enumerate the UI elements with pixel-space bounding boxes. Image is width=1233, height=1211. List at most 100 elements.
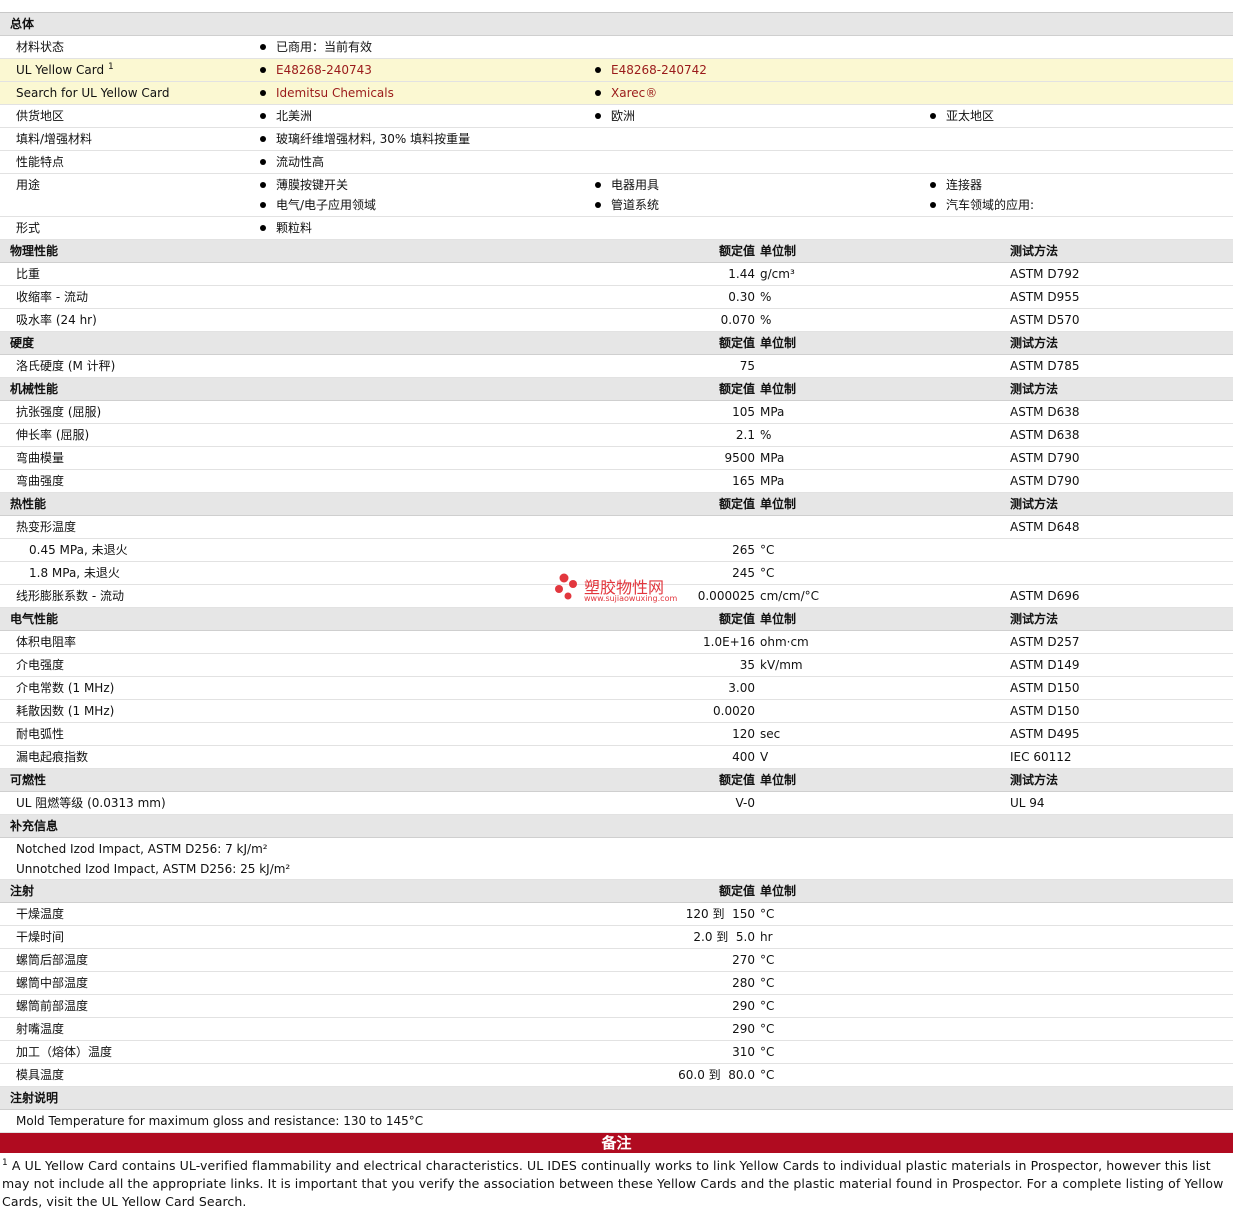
property-unit: % (760, 313, 772, 327)
property-unit: °C (760, 566, 775, 580)
section-injection-notes: 注射说明 (0, 1087, 1233, 1110)
section-electrical: 电气性能 额定值 单位制 测试方法 (0, 608, 1233, 631)
section-thermal: 热性能 额定值 单位制 测试方法 (0, 493, 1233, 516)
notes-header: 备注 (0, 1133, 1233, 1153)
property-value: 3.00 (728, 681, 755, 695)
table-row: 耐电弧性 120 sec ASTM D495 (0, 723, 1233, 746)
table-row: 弯曲强度 165 MPa ASTM D790 (0, 470, 1233, 493)
property-unit: °C (760, 1068, 775, 1082)
property-value: 120 (732, 727, 755, 741)
header-unit: 单位制 (760, 336, 797, 350)
section-mechanical: 机械性能 额定值 单位制 测试方法 (0, 378, 1233, 401)
watermark-url: www.sujiaowuxing.com (584, 594, 678, 603)
property-name: 0.45 MPa, 未退火 (29, 543, 128, 557)
header-value: 额定值 (718, 773, 755, 787)
header-method: 测试方法 (1010, 612, 1059, 626)
header-unit: 单位制 (760, 612, 797, 626)
table-row: 干燥时间 2.0 到 5.0 hr (0, 926, 1233, 949)
table-row: 射嘴温度 290 °C (0, 1018, 1233, 1041)
row-label: 形式 (16, 221, 41, 235)
property-unit: °C (760, 1045, 775, 1059)
section-title: 可燃性 (10, 773, 47, 787)
row-value: 电器用具 (595, 174, 659, 196)
section-title: 电气性能 (10, 612, 59, 626)
watermark-logo-icon (555, 573, 577, 600)
injection-note-text: Mold Temperature for maximum gloss and r… (16, 1114, 424, 1128)
property-name: 干燥时间 (16, 930, 65, 944)
footnote-text: A UL Yellow Card contains UL-verified fl… (2, 1158, 1224, 1209)
property-name: 干燥温度 (16, 907, 65, 921)
property-name: 比重 (16, 267, 41, 281)
property-method: ASTM D638 (1010, 428, 1080, 442)
header-value: 额定值 (718, 244, 755, 258)
table-row: 体积电阻率 1.0E+16 ohm·cm ASTM D257 (0, 631, 1233, 654)
table-row: 螺筒后部温度 270 °C (0, 949, 1233, 972)
table-row: 加工（熔体）温度 310 °C (0, 1041, 1233, 1064)
row-value: 亚太地区 (930, 105, 994, 127)
property-value: V-0 (735, 796, 755, 810)
row-value: 汽车领域的应用: (930, 194, 1034, 216)
property-name: UL 阻燃等级 (0.0313 mm) (16, 796, 166, 810)
property-unit: % (760, 428, 772, 442)
property-method: ASTM D257 (1010, 635, 1080, 649)
table-row: 比重 1.44 g/cm³ ASTM D792 (0, 263, 1233, 286)
row-value: 电气/电子应用领域 (260, 194, 376, 216)
property-unit: hr (760, 930, 773, 944)
injection-note: Mold Temperature for maximum gloss and r… (0, 1110, 1233, 1133)
property-value: 400 (732, 750, 755, 764)
property-name: 耐电弧性 (16, 727, 65, 741)
property-value: 2.1 (735, 428, 755, 442)
row-label: Search for UL Yellow Card (16, 86, 170, 100)
property-method: ASTM D790 (1010, 474, 1080, 488)
row-label: 供货地区 (16, 109, 65, 123)
property-method: ASTM D792 (1010, 267, 1080, 281)
property-value: 35 (739, 658, 755, 672)
row-value: 欧洲 (595, 105, 635, 127)
property-unit: MPa (760, 451, 785, 465)
row-filler: 填料/增强材料 玻璃纤维增强材料, 30% 填料按重量 (0, 128, 1233, 151)
section-injection: 注射 额定值 单位制 (0, 880, 1233, 903)
property-name: 伸长率 (屈服) (16, 428, 90, 442)
row-value: 薄膜按键开关 (260, 174, 348, 196)
property-name: 螺筒中部温度 (16, 976, 89, 990)
property-name: 1.8 MPa, 未退火 (29, 566, 120, 580)
ul-card-link-1[interactable]: E48268-240743 (260, 59, 372, 81)
property-name: 抗张强度 (屈服) (16, 405, 102, 419)
section-title: 注射 (10, 884, 35, 898)
header-value: 额定值 (718, 612, 755, 626)
footnote: 1 A UL Yellow Card contains UL-verified … (0, 1153, 1233, 1211)
footnote-ref: 1 (107, 62, 114, 72)
watermark: 塑胶物性网 www.sujiaowuxing.com (554, 572, 677, 605)
section-supplemental: 补充信息 (0, 815, 1233, 838)
property-value: 1.0E+16 (703, 635, 755, 649)
row-label: 性能特点 (16, 155, 65, 169)
property-value: 105 (732, 405, 755, 419)
property-unit: °C (760, 953, 775, 967)
header-unit: 单位制 (760, 497, 797, 511)
table-row: 吸水率 (24 hr) 0.070 % ASTM D570 (0, 309, 1233, 332)
property-value: 120 到 150 (685, 907, 755, 921)
property-unit: °C (760, 907, 775, 921)
property-value: 290 (732, 999, 755, 1013)
property-name: 热变形温度 (16, 520, 77, 534)
property-name: 洛氏硬度 (M 计秤) (16, 359, 116, 373)
search-link-idemitsu[interactable]: Idemitsu Chemicals (260, 82, 394, 104)
header-value: 额定值 (718, 336, 755, 350)
search-link-xarec[interactable]: Xarec® (595, 82, 657, 104)
row-value: 北美洲 (260, 105, 312, 127)
section-title: 总体 (10, 17, 35, 31)
property-method: UL 94 (1010, 796, 1045, 810)
row-ul-card: UL Yellow Card 1 E48268-240743 E48268-24… (0, 59, 1233, 82)
property-method: ASTM D785 (1010, 359, 1080, 373)
row-label: UL Yellow Card 1 (16, 62, 114, 78)
header-value: 额定值 (718, 497, 755, 511)
property-name: 模具温度 (16, 1068, 65, 1082)
ul-card-link-2[interactable]: E48268-240742 (595, 59, 707, 81)
section-title: 机械性能 (10, 382, 59, 396)
header-value: 额定值 (718, 884, 755, 898)
property-value: 270 (732, 953, 755, 967)
property-method: ASTM D638 (1010, 405, 1080, 419)
section-flammability: 可燃性 额定值 单位制 测试方法 (0, 769, 1233, 792)
property-unit: °C (760, 999, 775, 1013)
row-material-status: 材料状态 已商用：当前有效 (0, 36, 1233, 59)
